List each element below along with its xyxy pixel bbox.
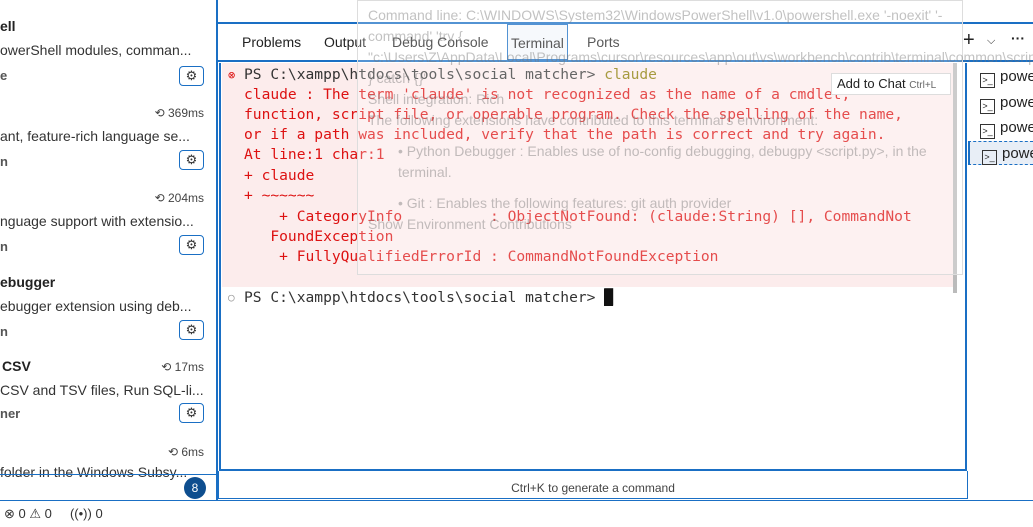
activation-time: ⟲ 369ms [154, 106, 204, 120]
prompt: PS C:\xampp\htdocs\tools\social matcher> [244, 66, 605, 83]
current-prompt: PS C:\xampp\htdocs\tools\social matcher>… [244, 288, 614, 308]
more-icon[interactable]: ··· [1011, 30, 1025, 46]
prompt: PS C:\xampp\htdocs\tools\social matcher> [244, 289, 605, 306]
command: claude [604, 66, 657, 83]
error-line: function, script file, or operable progr… [244, 106, 903, 123]
tab-ports[interactable]: Ports [587, 34, 620, 50]
error-line: FoundException [244, 228, 394, 245]
error-icon: ⊗ [4, 506, 15, 521]
count-badge: 8 [184, 477, 206, 499]
gear-icon[interactable]: ⚙ [179, 403, 204, 423]
gear-icon[interactable]: ⚙ [179, 235, 204, 255]
error-line: + CategoryInfo : ObjectNotFound: (claude… [244, 208, 912, 225]
terminal-list-item[interactable]: >_ powershell [968, 91, 1033, 115]
activation-time: ⟲ 17ms [161, 360, 204, 374]
time-value: 204ms [167, 191, 204, 205]
prompt-circle-icon: ○ [228, 291, 235, 304]
errors-status[interactable]: ⊗ 0 ⚠ 0 [4, 506, 52, 521]
terminal-list: >_powershell >_powershell >_powershell >… [968, 63, 1033, 498]
terminal[interactable]: ⊗ PS C:\xampp\htdocs\tools\social matche… [219, 63, 967, 471]
error-count: 0 [18, 506, 26, 521]
extensions-footer: 8 [0, 474, 216, 500]
tab-output[interactable]: Output [324, 34, 366, 50]
terminal-name: powershell [1000, 94, 1033, 111]
generate-command-input[interactable]: Ctrl+K to generate a command [218, 471, 968, 499]
extension-publisher: e [0, 68, 8, 83]
terminal-icon: >_ [982, 150, 997, 165]
error-line: claude : The term 'claude' is not recogn… [244, 86, 851, 103]
command-line: PS C:\xampp\htdocs\tools\social matcher>… [244, 65, 657, 85]
error-line: + ~~~~~~ [244, 187, 315, 204]
extension-desc: ant, feature-rich language se... [0, 128, 190, 144]
time-value: 6ms [181, 445, 204, 459]
terminal-icon: >_ [980, 73, 995, 88]
extension-desc: owerShell modules, comman... [0, 42, 192, 58]
broadcast-icon: ((•)) [69, 506, 92, 521]
cursor: █ [604, 289, 614, 306]
ports-count: 0 [95, 506, 103, 521]
tab-problems[interactable]: Problems [242, 34, 301, 50]
extension-desc: CSV and TSV files, Run SQL-li... [0, 382, 204, 398]
extension-publisher: n [0, 239, 8, 254]
gear-icon[interactable]: ⚙ [179, 150, 204, 170]
extension-title: ell [0, 18, 16, 34]
extension-desc: ebugger extension using deb... [0, 298, 192, 314]
extension-publisher: n [0, 324, 8, 339]
status-bar: ⊗ 0 ⚠ 0 ((•)) 0 [0, 500, 1033, 521]
add-to-chat-button[interactable]: Add to Chat Ctrl+L [831, 73, 951, 95]
new-terminal-icon[interactable]: + [963, 29, 975, 52]
error-line: + claude [244, 167, 315, 184]
gear-icon[interactable]: ⚙ [179, 66, 204, 86]
error-line: + FullyQualifiedErrorId : CommandNotFoun… [244, 248, 719, 265]
time-value: 369ms [167, 106, 204, 120]
shortcut: Ctrl+L [909, 80, 937, 91]
add-to-chat-label: Add to Chat [837, 76, 906, 91]
panel-tabs: Problems Output Debug Console Terminal P… [218, 24, 1033, 62]
extensions-panel: ell owerShell modules, comman... e ⚙ ⟲ 3… [0, 0, 218, 500]
terminal-list-item[interactable]: >_ powershell [968, 65, 1033, 89]
terminal-icon: >_ [980, 99, 995, 114]
terminal-list-item[interactable]: >_ powershell [968, 116, 1033, 140]
error-icon: ⊗ [228, 68, 236, 82]
scrollbar[interactable] [953, 63, 957, 293]
time-value: 17ms [174, 360, 204, 374]
chevron-down-icon[interactable]: ⌵ [987, 35, 995, 48]
tab-terminal[interactable]: Terminal [507, 24, 568, 60]
terminal-name: powershell [1000, 119, 1033, 136]
terminal-name: powershell [1002, 145, 1033, 162]
terminal-name: powershell [1000, 68, 1033, 85]
activation-time: ⟲ 6ms [167, 445, 204, 459]
activation-time: ⟲ 204ms [154, 191, 204, 205]
warning-count: 0 [44, 506, 52, 521]
error-line: or if a path was included, verify that t… [244, 126, 886, 143]
extension-publisher: n [0, 154, 8, 169]
gear-icon[interactable]: ⚙ [179, 320, 204, 340]
extension-title: ebugger [0, 274, 56, 290]
ports-status[interactable]: ((•)) 0 [70, 506, 103, 521]
terminal-icon: >_ [980, 124, 995, 139]
terminal-list-item[interactable]: >_ powershell [968, 141, 1033, 165]
extension-title: CSV [2, 358, 31, 374]
extension-publisher: ner [0, 406, 21, 421]
error-line: At line:1 char:1 [244, 146, 385, 163]
warning-icon: ⚠ [29, 506, 42, 521]
extension-desc: nguage support with extensio... [0, 213, 194, 229]
tab-debug-console[interactable]: Debug Console [392, 34, 489, 50]
